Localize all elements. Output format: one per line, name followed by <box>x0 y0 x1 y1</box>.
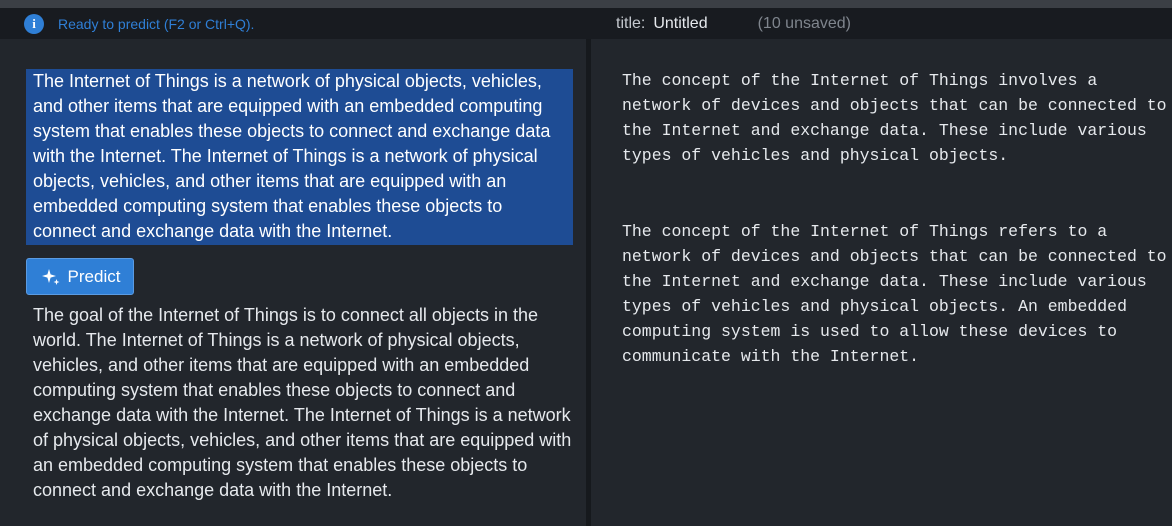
predict-button-label: Predict <box>67 266 121 286</box>
title-label: title: <box>616 14 646 32</box>
info-icon: i <box>24 13 44 34</box>
sparkle-icon <box>41 268 60 285</box>
predict-button[interactable]: Predict <box>26 258 134 295</box>
status-text: Ready to predict (F2 or Ctrl+Q). <box>58 15 255 32</box>
title-value[interactable]: Untitled <box>653 15 707 33</box>
input-text-selection[interactable]: The Internet of Things is a network of p… <box>26 69 573 245</box>
window-top-strip <box>0 0 1172 8</box>
prediction-item[interactable]: The concept of the Internet of Things re… <box>622 219 1167 369</box>
document-title: title: Untitled (10 unsaved) <box>616 8 851 39</box>
unsaved-count: (10 unsaved) <box>757 14 851 32</box>
output-text[interactable]: The goal of the Internet of Things is to… <box>33 303 578 503</box>
status-bar: i Ready to predict (F2 or Ctrl+Q). title… <box>0 8 1172 39</box>
prediction-item[interactable]: The concept of the Internet of Things in… <box>622 68 1167 168</box>
predictions-pane: The concept of the Internet of Things in… <box>591 39 1172 526</box>
status-message: i Ready to predict (F2 or Ctrl+Q). <box>24 8 254 39</box>
editor-pane: The Internet of Things is a network of p… <box>0 39 586 526</box>
